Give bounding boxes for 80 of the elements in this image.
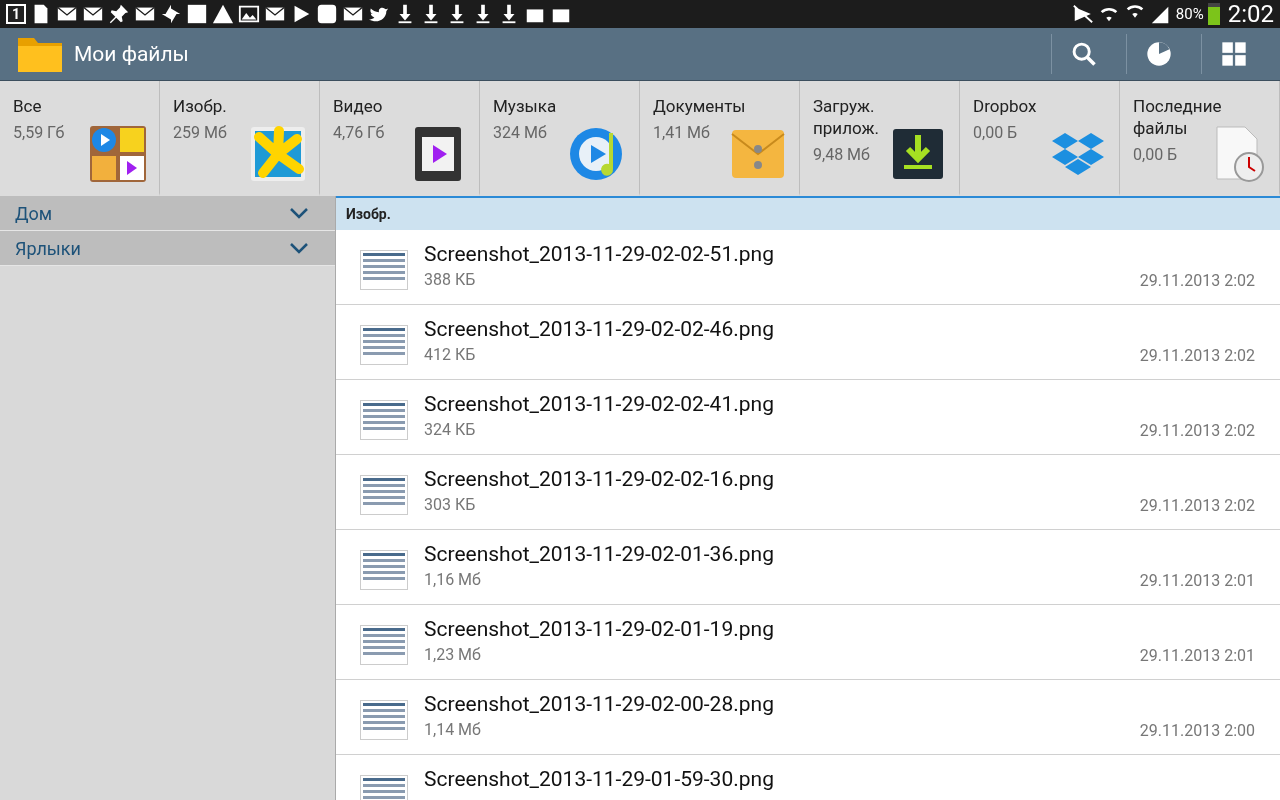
file-size: 412 КБ <box>424 345 477 364</box>
file-date: 29.11.2013 2:02 <box>1139 496 1255 515</box>
screenshot-thumbnail <box>360 400 408 440</box>
category-label: Последние файлы <box>1133 95 1223 139</box>
category-size: 1,41 Мб <box>653 123 711 142</box>
flower-picture-icon <box>249 125 307 183</box>
screenshot-thumbnail <box>360 625 408 665</box>
file-row[interactable]: Screenshot_2013-11-29-01-59-30.png <box>336 755 1280 800</box>
screenshot-thumbnail <box>360 700 408 740</box>
calendar-day: 1 <box>6 4 26 24</box>
category-size: 0,00 Б <box>1133 145 1179 164</box>
file-size: 324 КБ <box>424 420 477 439</box>
battery-icon <box>1207 3 1220 25</box>
category-size: 5,59 Гб <box>13 123 66 142</box>
file-size: 303 КБ <box>424 495 477 514</box>
app-title: Мои файлы <box>74 42 190 66</box>
file-row[interactable]: Screenshot_2013-11-29-02-02-16.png 303 КБ 29.11.2013 2:02 <box>336 455 1280 530</box>
file-date: 29.11.2013 2:01 <box>1139 571 1255 590</box>
grid-icon <box>1220 40 1248 68</box>
screenshot-thumbnail <box>360 250 408 290</box>
category-tile[interactable]: Документы 1,41 Мб <box>640 81 800 196</box>
category-tile[interactable]: Изобр. 259 Мб <box>160 81 320 196</box>
file-size: 1,14 Мб <box>424 720 482 739</box>
file-name: Screenshot_2013-11-29-02-02-16.png <box>424 467 775 491</box>
file-row[interactable]: Screenshot_2013-11-29-02-02-41.png 324 КБ 29.11.2013 2:02 <box>336 380 1280 455</box>
category-label: Музыка <box>493 95 558 117</box>
category-label: Видео <box>333 95 384 117</box>
file-size: 1,16 Мб <box>424 570 482 589</box>
category-size: 324 Мб <box>493 123 548 142</box>
sidebar-label: Дом <box>15 202 53 224</box>
screenshot-thumbnail <box>360 475 408 515</box>
file-name: Screenshot_2013-11-29-02-00-28.png <box>424 692 775 716</box>
clock: 2:02 <box>1227 0 1274 28</box>
file-size: 1,23 Мб <box>424 645 482 664</box>
screenshot-thumbnail <box>360 550 408 590</box>
file-row[interactable]: Screenshot_2013-11-29-02-02-51.png 388 КБ 29.11.2013 2:02 <box>336 230 1280 305</box>
file-row[interactable]: Screenshot_2013-11-29-02-00-28.png 1,14 Мб 29.11.2013 2:00 <box>336 680 1280 755</box>
pie-chart-icon <box>1145 40 1173 68</box>
search-icon <box>1070 40 1098 68</box>
category-tile[interactable]: Dropbox 0,00 Б <box>960 81 1120 196</box>
sidebar-item[interactable]: Ярлыки <box>0 231 335 266</box>
category-tile[interactable]: Последние файлы 0,00 Б <box>1120 81 1280 196</box>
file-row[interactable]: Screenshot_2013-11-29-02-02-46.png 412 КБ 29.11.2013 2:02 <box>336 305 1280 380</box>
screenshot-thumbnail <box>360 325 408 365</box>
file-name: Screenshot_2013-11-29-02-02-46.png <box>424 317 775 341</box>
picture-icon <box>238 3 260 25</box>
file-date: 29.11.2013 2:00 <box>1139 721 1255 740</box>
file-size: 388 КБ <box>424 270 477 289</box>
file-name: Screenshot_2013-11-29-02-01-36.png <box>424 542 775 566</box>
file-row[interactable]: Screenshot_2013-11-29-02-01-36.png 1,16 Мб 29.11.2013 2:01 <box>336 530 1280 605</box>
file-date: 29.11.2013 2:02 <box>1139 271 1255 290</box>
file-name: Screenshot_2013-11-29-01-59-30.png <box>424 767 775 791</box>
sidebar-item[interactable]: Дом <box>0 196 335 231</box>
category-tile[interactable]: Загруж. прилож. 9,48 Мб <box>800 81 960 196</box>
pin-icon <box>108 3 130 25</box>
category-tile[interactable]: Музыка 324 Мб <box>480 81 640 196</box>
file-name: Screenshot_2013-11-29-02-02-41.png <box>424 392 775 416</box>
category-label: Изобр. <box>173 95 228 117</box>
file-name: Screenshot_2013-11-29-02-01-19.png <box>424 617 775 641</box>
category-size: 0,00 Б <box>973 123 1019 142</box>
category-size: 259 Мб <box>173 123 228 142</box>
file-name: Screenshot_2013-11-29-02-02-51.png <box>424 242 775 266</box>
category-size: 4,76 Гб <box>333 123 386 142</box>
media-folders-icon <box>89 125 147 183</box>
category-label: Загруж. прилож. <box>813 95 881 139</box>
category-size: 9,48 Мб <box>813 145 871 164</box>
section-header: Изобр. <box>336 198 1280 230</box>
category-label: Все <box>13 95 43 117</box>
warning-icon <box>212 3 234 25</box>
file-row[interactable]: Screenshot_2013-11-29-02-01-19.png 1,23 Мб 29.11.2013 2:01 <box>336 605 1280 680</box>
category-tile[interactable]: Видео 4,76 Гб <box>320 81 480 196</box>
category-tile[interactable]: Все 5,59 Гб <box>0 81 160 196</box>
battery-percent: 80% <box>1175 5 1204 23</box>
pinwheel-icon <box>160 3 182 25</box>
sidebar-label: Ярлыки <box>15 237 81 259</box>
file-date: 29.11.2013 2:02 <box>1139 346 1255 365</box>
category-label: Dropbox <box>973 95 1038 117</box>
file-date: 29.11.2013 2:01 <box>1139 646 1255 665</box>
file-date: 29.11.2013 2:02 <box>1139 421 1255 440</box>
category-label: Документы <box>653 95 747 117</box>
